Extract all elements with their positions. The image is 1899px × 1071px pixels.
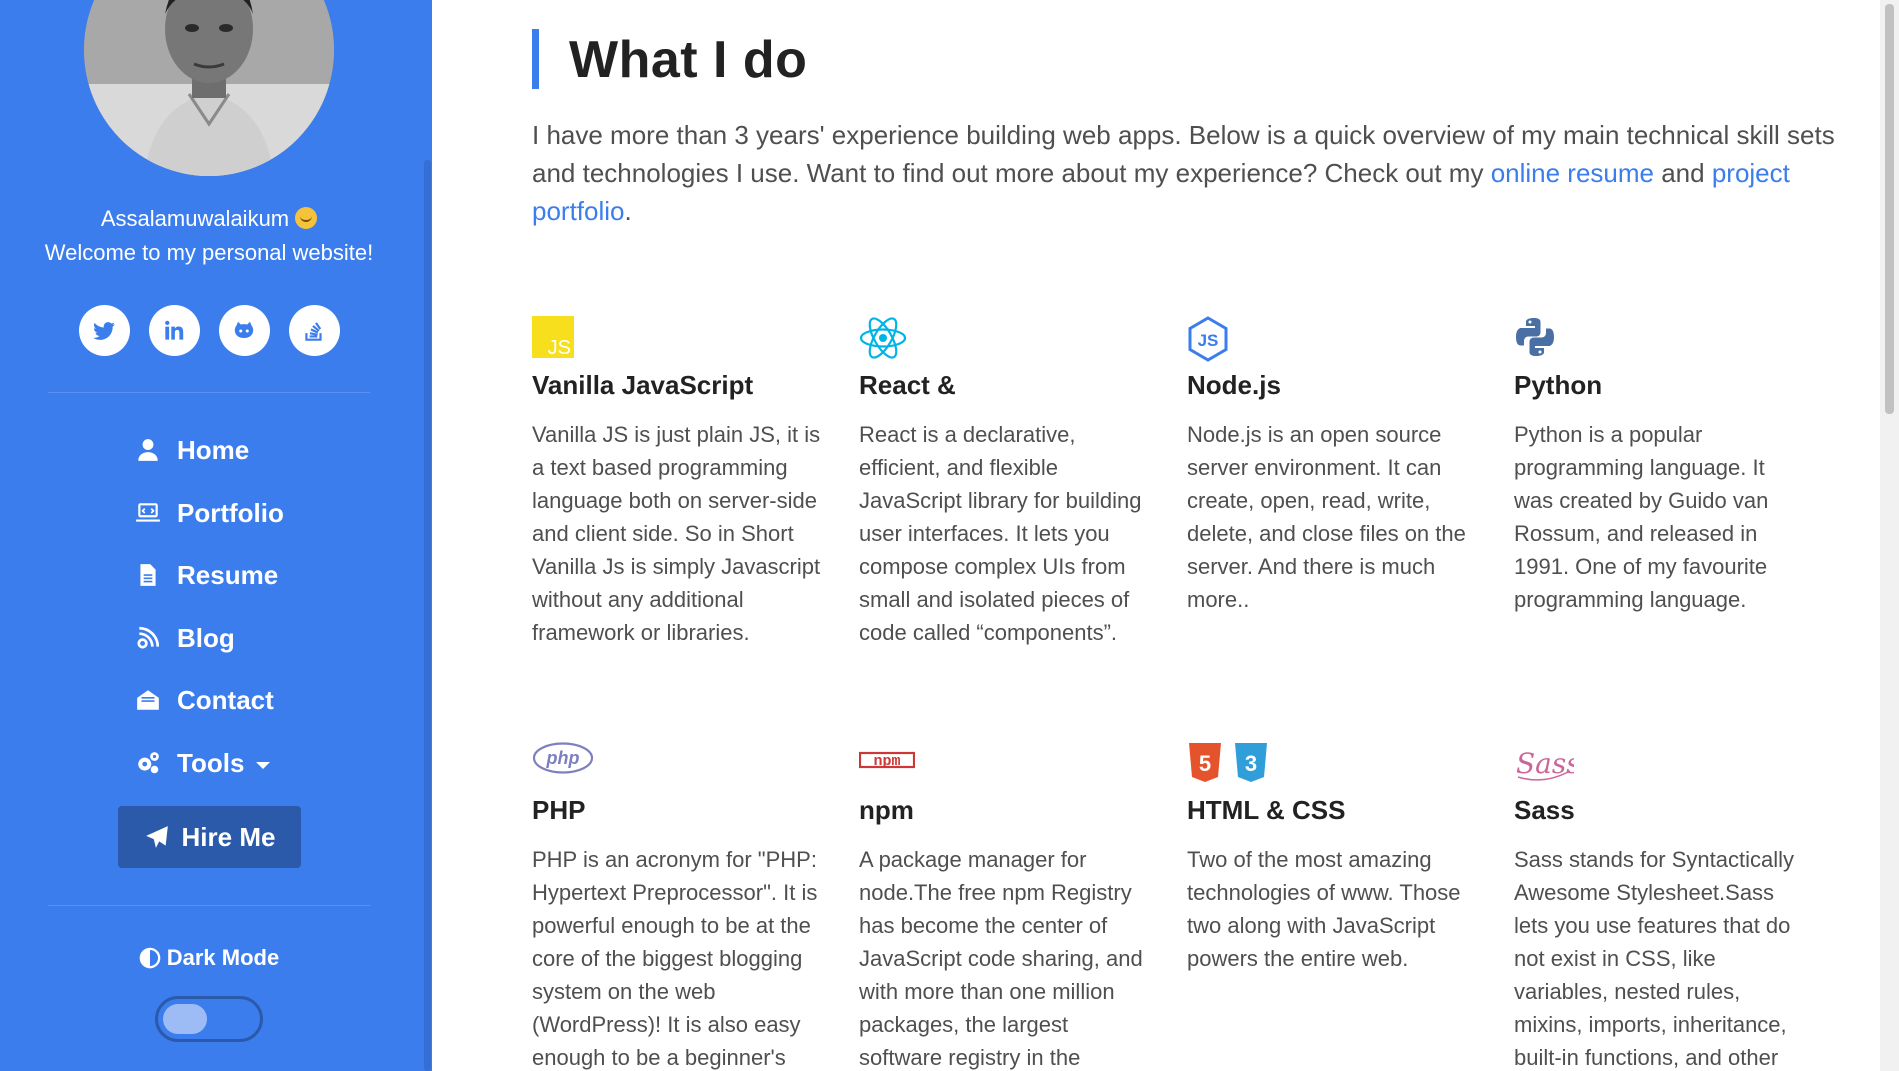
github-link[interactable] [218, 305, 270, 356]
sidebar: Assalamuwalaikum Welcome to my personal … [0, 0, 432, 1071]
svg-text:5: 5 [1199, 751, 1211, 776]
laptop-code-icon [136, 503, 160, 522]
skill-title: Sass [1514, 795, 1575, 825]
skill-description: Two of the most amazing technologies of … [1187, 847, 1461, 971]
paper-plane-icon [145, 826, 168, 848]
blog-icon [137, 626, 160, 649]
avatar [84, 0, 334, 176]
svg-text:php: php [546, 748, 580, 768]
svg-text:Sass: Sass [1516, 747, 1574, 780]
skill-title: Vanilla JavaScript [532, 370, 754, 400]
skill-card: Python Python is a popular programming l… [1514, 316, 1804, 616]
php-icon: php [532, 742, 594, 774]
file-icon [140, 564, 156, 586]
skill-card: npm npm A package manager for node.The f… [859, 741, 1149, 1071]
skill-card: JS Vanilla JavaScript Vanilla JS is just… [532, 316, 822, 649]
scrollbar-thumb[interactable] [1885, 4, 1894, 414]
sass-icon: Sass [1516, 747, 1574, 781]
skill-card: php PHP PHP is an acronym for "PHP: Hype… [532, 741, 822, 1071]
envelope-open-icon [137, 690, 159, 710]
stackoverflow-icon [305, 321, 322, 341]
greeting: Assalamuwalaikum [0, 206, 418, 232]
sidebar-scrollbar[interactable] [422, 0, 432, 1071]
skill-title: Node.js [1187, 370, 1281, 400]
nav-contact-label: Contact [177, 684, 274, 715]
html5-css3-icon: 53 [1189, 743, 1267, 782]
nodejs-icon: JS [1188, 316, 1228, 362]
skill-title: Python [1514, 370, 1603, 400]
nav-resume-label: Resume [177, 559, 279, 590]
heading-accent-bar [532, 29, 539, 89]
hire-me-label: Hire Me [181, 821, 276, 852]
skill-description: A package manager for node.The free npm … [859, 847, 1143, 1070]
svg-text:3: 3 [1245, 751, 1257, 776]
sidebar-divider-bottom [48, 905, 370, 906]
nav-portfolio-label: Portfolio [177, 497, 284, 528]
npm-icon: npm [859, 751, 915, 770]
intro-paragraph: I have more than 3 years' experience bui… [532, 120, 1835, 226]
toggle-knob [163, 1004, 207, 1034]
skill-description: Python is a popular programming language… [1514, 422, 1769, 612]
skill-card: Sass Sass Sass stands for Syntactically … [1514, 741, 1804, 1071]
sidebar-divider [48, 392, 370, 393]
caret-down-icon [256, 761, 271, 769]
linkedin-link[interactable] [148, 305, 200, 356]
dark-mode-label: Dark Mode [0, 945, 418, 971]
linkedin-icon [165, 320, 184, 340]
main-content: What I do I have more than 3 years' expe… [432, 0, 1880, 1071]
nav-blog[interactable]: Blog [133, 618, 235, 658]
nav-home-label: Home [177, 434, 250, 465]
dark-mode-toggle[interactable] [155, 996, 263, 1042]
profile-photo [84, 0, 334, 176]
welcome-text: Welcome to my personal website! [44, 240, 374, 265]
skill-title: npm [859, 795, 914, 825]
social-links [0, 305, 418, 356]
hire-me-button[interactable]: Hire Me [118, 806, 301, 868]
nav-resume[interactable]: Resume [133, 555, 278, 595]
github-icon [234, 321, 254, 338]
skill-description: React is a declarative, efficient, and f… [859, 422, 1142, 645]
nav-home[interactable]: Home [133, 430, 249, 470]
section-title: What I do [569, 31, 808, 89]
nav-blog-label: Blog [177, 622, 235, 653]
skill-description: Vanilla JS is just plain JS, it is a tex… [532, 422, 821, 645]
svg-text:npm: npm [873, 753, 900, 770]
nav-tools-label: Tools [177, 747, 245, 778]
nav-portfolio[interactable]: Portfolio [133, 493, 284, 533]
skill-title: HTML & CSS [1187, 795, 1346, 825]
user-icon [138, 439, 158, 461]
javascript-icon: JS [532, 316, 574, 358]
smile-emoji-icon [295, 207, 318, 229]
skill-title: React & [859, 370, 956, 400]
skill-card: React & React is a declarative, efficien… [859, 316, 1149, 649]
skill-description: Node.js is an open source server environ… [1187, 422, 1466, 612]
python-icon [1516, 318, 1554, 356]
stackoverflow-link[interactable] [288, 305, 340, 356]
page-scrollbar[interactable] [1880, 0, 1899, 1071]
svg-text:JS: JS [548, 337, 571, 358]
nav-contact[interactable]: Contact [133, 680, 274, 720]
skill-description: PHP is an acronym for "PHP: Hypertext Pr… [532, 847, 818, 1070]
skill-description: Sass stands for Syntactically Awesome St… [1514, 847, 1795, 1070]
react-icon [859, 317, 907, 359]
twitter-link[interactable] [78, 305, 130, 356]
adjust-icon [139, 947, 161, 969]
cogs-icon [138, 752, 159, 774]
svg-text:JS: JS [1198, 331, 1219, 350]
skill-card: 53 HTML & CSS Two of the most amazing te… [1187, 741, 1477, 975]
online-resume-link[interactable]: online resume [1491, 158, 1654, 188]
nav-tools[interactable]: Tools [133, 743, 271, 783]
skill-card: JS Node.js Node.js is an open source ser… [1187, 316, 1477, 616]
skill-title: PHP [532, 795, 586, 825]
twitter-icon [93, 321, 115, 340]
